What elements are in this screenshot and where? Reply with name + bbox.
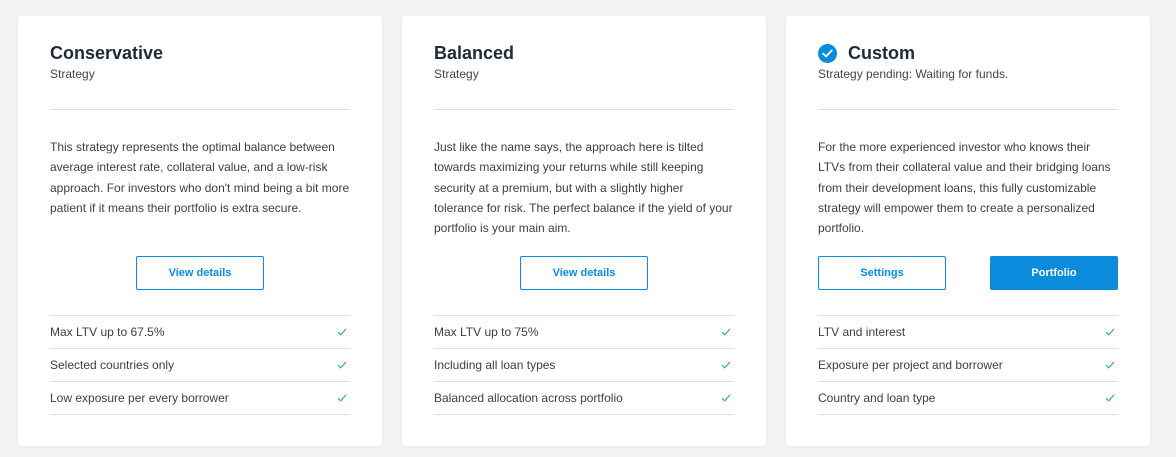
view-details-button[interactable]: View details [520, 256, 648, 290]
feature-label: Max LTV up to 75% [434, 325, 539, 339]
checkmark-icon [336, 392, 348, 404]
checkmark-icon [720, 392, 732, 404]
feature-item: LTV and interest [818, 315, 1118, 348]
strategy-cards: Conservative Strategy This strategy repr… [0, 0, 1176, 457]
selected-check-icon [818, 43, 837, 63]
checkmark-icon [336, 326, 348, 338]
feature-label: LTV and interest [818, 325, 906, 339]
feature-list: LTV and interest Exposure per project an… [818, 315, 1118, 415]
divider [50, 109, 350, 110]
feature-item: Exposure per project and borrower [818, 348, 1118, 381]
feature-label: Country and loan type [818, 391, 936, 405]
divider [434, 109, 734, 110]
card-description: Just like the name says, the approach he… [434, 140, 733, 236]
card-title-row: Balanced [434, 42, 514, 64]
feature-item: Country and loan type [818, 381, 1118, 415]
card-title: Balanced [434, 43, 515, 63]
checkmark-icon [1104, 359, 1116, 371]
feature-item: Selected countries only [50, 348, 350, 381]
checkmark-icon [720, 326, 732, 338]
feature-item: Balanced allocation across portfolio [434, 381, 734, 415]
card-title-row: Conservative [50, 42, 163, 64]
feature-label: Balanced allocation across portfolio [434, 391, 623, 405]
card-description: For the more experienced investor who kn… [818, 140, 1111, 236]
feature-item: Max LTV up to 75% [434, 315, 734, 348]
card-subtitle: Strategy [434, 67, 479, 81]
card-title-row: Custom [818, 42, 915, 64]
feature-item: Low exposure per every borrower [50, 381, 350, 415]
divider [818, 109, 1118, 110]
card-subtitle: Strategy [50, 67, 95, 81]
conservative-strategy-card: Conservative Strategy This strategy repr… [18, 16, 382, 446]
feature-label: Low exposure per every borrower [50, 391, 229, 405]
checkmark-icon [720, 359, 732, 371]
checkmark-icon [1104, 326, 1116, 338]
custom-strategy-card: Custom Strategy pending: Waiting for fun… [786, 16, 1150, 446]
feature-label: Exposure per project and borrower [818, 358, 1003, 372]
feature-label: Max LTV up to 67.5% [50, 325, 165, 339]
balanced-strategy-card: Balanced Strategy Just like the name say… [402, 16, 766, 446]
feature-list: Max LTV up to 67.5% Selected countries o… [50, 315, 350, 415]
card-status: Strategy pending: Waiting for funds. [818, 67, 1009, 81]
settings-button[interactable]: Settings [818, 256, 946, 290]
feature-item: Max LTV up to 67.5% [50, 315, 350, 348]
card-title: Custom [848, 43, 915, 63]
view-details-button[interactable]: View details [136, 256, 264, 290]
portfolio-button[interactable]: Portfolio [990, 256, 1118, 290]
feature-label: Selected countries only [50, 358, 175, 372]
card-title: Conservative [50, 43, 164, 63]
card-description: This strategy represents the optimal bal… [50, 140, 350, 215]
checkmark-icon [336, 359, 348, 371]
feature-label: Including all loan types [434, 358, 556, 372]
checkmark-icon [1104, 392, 1116, 404]
feature-list: Max LTV up to 75% Including all loan typ… [434, 315, 734, 415]
feature-item: Including all loan types [434, 348, 734, 381]
